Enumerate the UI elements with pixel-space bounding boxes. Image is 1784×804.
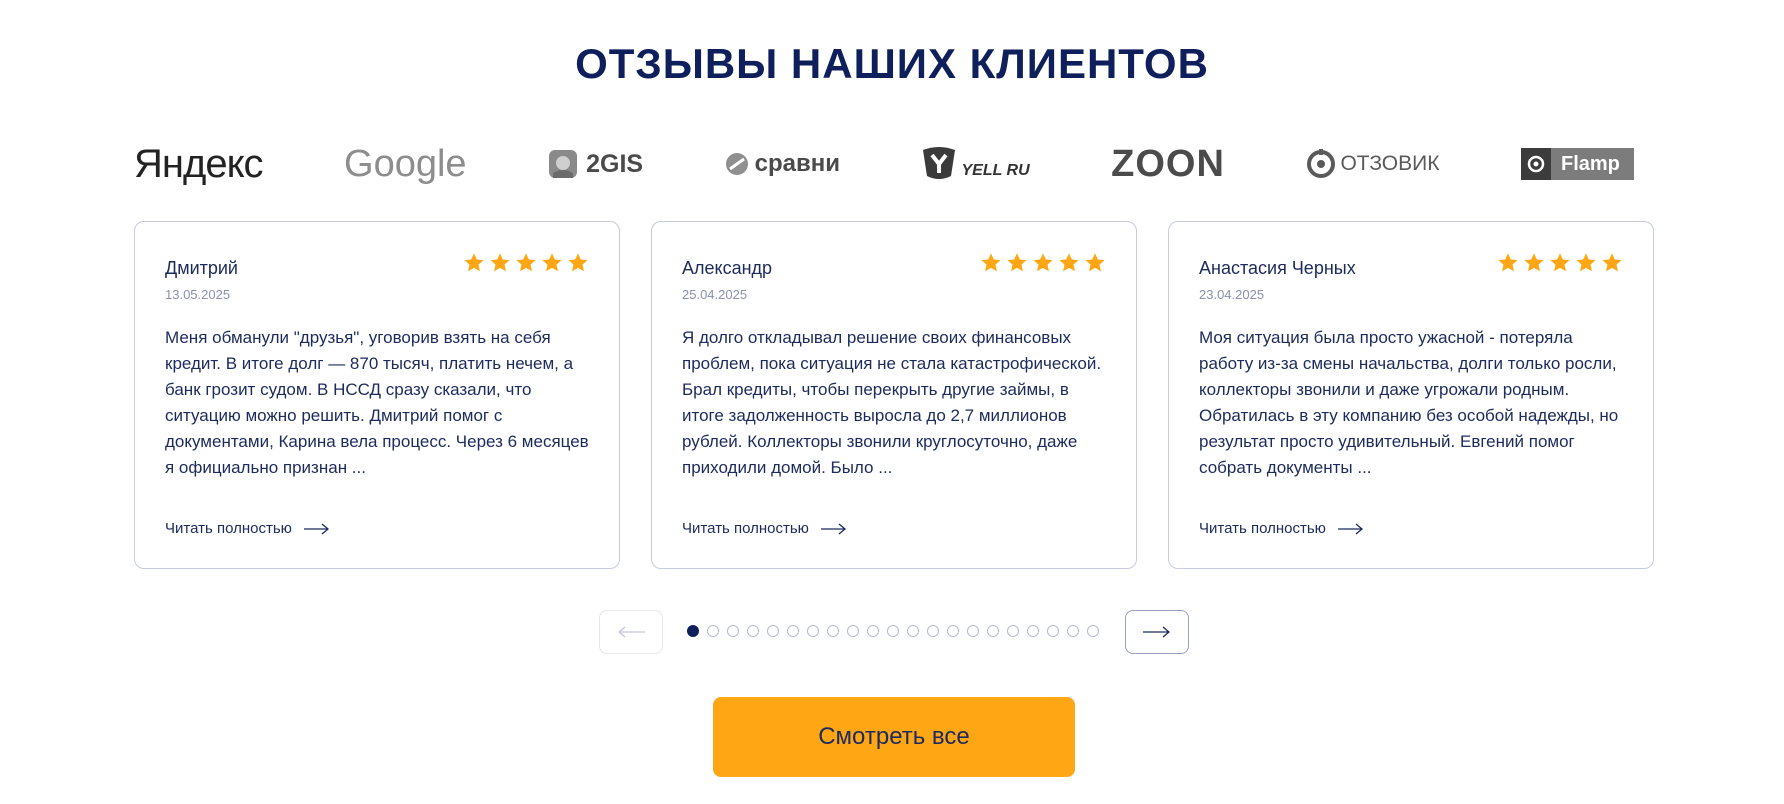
review-date: 23.04.2025: [1199, 287, 1265, 302]
flamp-logo-text: Flamp: [1561, 152, 1620, 175]
arrow-right-icon: [1143, 626, 1171, 638]
arrow-right-icon: [1337, 523, 1363, 534]
sravni-logo[interactable]: сравни: [725, 138, 840, 190]
sravni-logo-text: сравни: [754, 150, 840, 177]
zoon-logo[interactable]: ZOON: [1111, 138, 1225, 190]
star-icon: [490, 253, 510, 272]
otzovik-logo[interactable]: ОТЗОВИК: [1306, 138, 1439, 190]
read-more-link[interactable]: Читать полностью: [1199, 520, 1364, 537]
review-platforms-logos: Яндекс Google 2GIS сравни YELL RU ZOON О…: [134, 138, 1634, 190]
google-logo-text: Google: [344, 142, 467, 185]
arrow-right-icon: [820, 523, 846, 534]
pagination-dot[interactable]: [1087, 625, 1099, 637]
pagination-dot[interactable]: [707, 625, 719, 637]
review-date: 13.05.2025: [165, 287, 231, 302]
yell-logo[interactable]: YELL RU: [921, 138, 1030, 190]
reviews-section: ОТЗЫВЫ НАШИХ КЛИЕНТОВ Яндекс Google 2GIS…: [0, 0, 1784, 804]
pagination-dot[interactable]: [927, 625, 939, 637]
read-more-link[interactable]: Читать полностью: [165, 520, 330, 537]
otzovik-logo-text: ОТЗОВИК: [1340, 152, 1440, 175]
section-title: ОТЗЫВЫ НАШИХ КЛИЕНТОВ: [575, 40, 1209, 87]
pagination-dot[interactable]: [1067, 625, 1079, 637]
flamp-logo[interactable]: Flamp: [1521, 138, 1634, 190]
star-icon: [1085, 253, 1105, 272]
next-button[interactable]: [1125, 610, 1189, 654]
pagination-dot[interactable]: [1007, 625, 1019, 637]
pagination-dot[interactable]: [847, 625, 859, 637]
read-more-link[interactable]: Читать полностью: [682, 520, 847, 537]
review-card: Дмитрий 13.05.2025 Меня обманули "друзья…: [134, 221, 620, 569]
carousel-pagination: [599, 610, 1189, 656]
star-icon: [568, 253, 588, 272]
reviewer-name: Дмитрий: [165, 258, 238, 278]
arrow-right-icon: [303, 523, 329, 534]
star-icon: [1033, 253, 1053, 272]
pagination-dot[interactable]: [1027, 625, 1039, 637]
star-icon: [1524, 253, 1544, 272]
review-text: Я долго откладывал решение своих финансо…: [682, 328, 1102, 477]
pagination-dot[interactable]: [747, 625, 759, 637]
read-more-label: Читать полностью: [1199, 520, 1326, 537]
review-card: Анастасия Черных 23.04.2025 Моя ситуация…: [1168, 221, 1654, 569]
star-icon: [1007, 253, 1027, 272]
star-icon: [1550, 253, 1570, 272]
star-icon: [516, 253, 536, 272]
read-more-label: Читать полностью: [165, 520, 292, 537]
star-icon: [981, 253, 1001, 272]
pagination-dot[interactable]: [767, 625, 779, 637]
reviewer-name: Александр: [682, 258, 773, 278]
star-icon: [464, 253, 484, 272]
pagination-dot[interactable]: [987, 625, 999, 637]
reviewer-name: Анастасия Черных: [1199, 258, 1356, 278]
review-text: Моя ситуация была просто ужасной - потер…: [1199, 328, 1619, 477]
pagination-dot[interactable]: [1047, 625, 1059, 637]
pagination-dot[interactable]: [887, 625, 899, 637]
pagination-dot[interactable]: [687, 625, 699, 637]
star-icon: [1576, 253, 1596, 272]
pagination-dot[interactable]: [727, 625, 739, 637]
reviews-carousel: Дмитрий 13.05.2025 Меня обманули "друзья…: [134, 221, 1654, 569]
pagination-dot[interactable]: [907, 625, 919, 637]
review-date: 25.04.2025: [682, 287, 748, 302]
yell-logo-text: YELL RU: [961, 162, 1030, 179]
pagination-dot[interactable]: [967, 625, 979, 637]
rating-stars: [1497, 252, 1623, 274]
review-card: Александр 25.04.2025 Я долго откладывал …: [651, 221, 1137, 569]
yell-icon: [923, 147, 956, 179]
prev-button[interactable]: [599, 610, 663, 654]
read-more-label: Читать полностью: [682, 520, 809, 537]
review-text: Меня обманули "друзья", уговорив взять н…: [165, 328, 589, 477]
otzovik-icon: [1307, 149, 1336, 178]
flamp-icon: [1521, 148, 1551, 180]
google-logo[interactable]: Google: [344, 138, 467, 190]
arrow-left-icon: [617, 626, 645, 638]
star-icon: [1059, 253, 1079, 272]
pagination-dot[interactable]: [947, 625, 959, 637]
pagination-dot[interactable]: [787, 625, 799, 637]
2gis-logo-text: 2GIS: [586, 149, 644, 178]
view-all-button[interactable]: Смотреть все: [713, 697, 1075, 777]
2gis-logo[interactable]: 2GIS: [548, 138, 643, 190]
yandex-logo-text: Яндекс: [134, 141, 264, 186]
2gis-icon: [549, 150, 578, 178]
pagination-dot[interactable]: [867, 625, 879, 637]
rating-stars: [980, 252, 1106, 274]
sravni-icon: [725, 153, 748, 175]
yandex-logo[interactable]: Яндекс: [134, 138, 264, 190]
pagination-dot[interactable]: [807, 625, 819, 637]
star-icon: [1602, 253, 1622, 272]
zoon-logo-text: ZOON: [1111, 142, 1225, 185]
pagination-dots: [687, 625, 1099, 637]
pagination-dot[interactable]: [827, 625, 839, 637]
star-icon: [1498, 253, 1518, 272]
star-icon: [542, 253, 562, 272]
rating-stars: [463, 252, 589, 274]
